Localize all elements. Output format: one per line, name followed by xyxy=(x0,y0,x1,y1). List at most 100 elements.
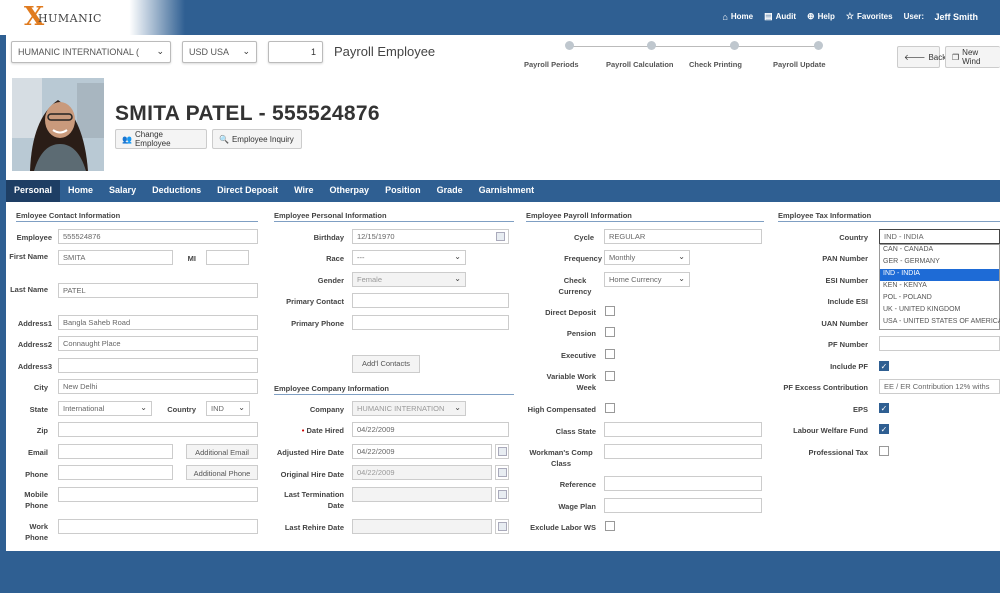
pf-excess-field[interactable]: EE / ER Contribution 12% withs xyxy=(879,379,1000,394)
adjusted-hire-field[interactable]: 04/22/2009 xyxy=(352,444,492,459)
country-select[interactable]: IND ⌄ xyxy=(206,401,250,416)
city-label: City xyxy=(33,383,48,392)
phone-label: Phone xyxy=(25,470,48,479)
employee-field[interactable]: 555524876 xyxy=(58,229,258,244)
date-hired-field[interactable]: 04/22/2009 xyxy=(352,422,509,437)
gender-select[interactable]: Female ⌄ xyxy=(352,272,466,287)
work-phone-field[interactable] xyxy=(58,519,258,534)
mobile-phone-field[interactable] xyxy=(58,487,258,502)
tab-garnishment[interactable]: Garnishment xyxy=(471,180,543,202)
employee-inquiry-button[interactable]: 🔍 Employee Inquiry xyxy=(212,129,302,149)
executive-checkbox[interactable] xyxy=(605,349,615,359)
high-compensated-checkbox[interactable] xyxy=(605,403,615,413)
star-icon: ☆ xyxy=(845,11,854,21)
birthday-field[interactable]: 12/15/1970 xyxy=(352,229,509,244)
mi-field[interactable] xyxy=(206,250,249,265)
nav-audit[interactable]: ▤ Audit xyxy=(764,11,796,22)
check-currency-select[interactable]: Home Currency ⌄ xyxy=(604,272,690,287)
last-termination-calendar[interactable] xyxy=(495,487,509,502)
variable-work-checkbox[interactable] xyxy=(605,371,615,381)
uan-number-label: UAN Number xyxy=(821,319,868,328)
top-bar: X HUMANIC ⌂ Home ▤ Audit ⊕ Help ☆ Favorites … xyxy=(0,0,1000,35)
city-field[interactable]: New Delhi xyxy=(58,379,258,394)
step-check-printing[interactable]: Check Printing xyxy=(689,41,779,69)
last-name-field[interactable]: PATEL xyxy=(58,283,258,298)
original-hire-calendar[interactable] xyxy=(495,465,509,480)
dropdown-option-usa[interactable]: USA - UNITED STATES OF AMERICA xyxy=(880,317,1000,329)
class-state-field[interactable] xyxy=(604,422,762,437)
logo[interactable]: X HUMANIC xyxy=(0,0,185,35)
step-payroll-update[interactable]: Payroll Update xyxy=(773,41,863,69)
tab-deductions[interactable]: Deductions xyxy=(144,180,209,202)
dropdown-option-ger[interactable]: GER - GERMANY xyxy=(880,257,999,269)
reference-field[interactable] xyxy=(604,476,762,491)
zip-field[interactable] xyxy=(58,422,258,437)
step-payroll-periods[interactable]: Payroll Periods xyxy=(524,41,614,69)
calendar-icon[interactable] xyxy=(496,232,505,241)
cycle-label: Cycle xyxy=(573,233,594,242)
dropdown-option-pol[interactable]: POL - POLAND xyxy=(880,293,999,305)
back-button[interactable]: 🡐 Back xyxy=(897,46,946,68)
last-rehire-field[interactable] xyxy=(352,519,492,534)
last-rehire-calendar[interactable] xyxy=(495,519,509,534)
nav-help[interactable]: ⊕ Help xyxy=(807,11,835,22)
company-field-select[interactable]: HUMANIC INTERNATION ⌄ xyxy=(352,401,466,416)
include-pf-checkbox[interactable]: ✓ xyxy=(879,361,889,371)
pf-number-field[interactable] xyxy=(879,336,1000,351)
additional-phone-button[interactable]: Additional Phone xyxy=(186,465,258,480)
dropdown-option-can[interactable]: CAN - CANADA xyxy=(880,245,999,257)
nav-help-label: Help xyxy=(817,12,835,21)
add-contacts-button[interactable]: Add'l Contacts xyxy=(352,355,420,373)
address2-field[interactable]: Connaught Place xyxy=(58,336,258,351)
dropdown-option-uk[interactable]: UK - UNITED KINGDOM xyxy=(880,305,999,317)
additional-email-button[interactable]: Additional Email xyxy=(186,444,258,459)
calendar-icon xyxy=(498,468,507,477)
phone-field[interactable] xyxy=(58,465,173,480)
wage-plan-field[interactable] xyxy=(604,498,762,513)
tax-country-select[interactable]: IND - INDIA xyxy=(879,229,1000,244)
address3-field[interactable] xyxy=(58,358,258,373)
direct-deposit-checkbox[interactable] xyxy=(605,306,615,316)
dropdown-option-ken[interactable]: KEN - KENYA xyxy=(880,281,999,293)
address1-field[interactable]: Bangla Saheb Road xyxy=(58,315,258,330)
email-field[interactable] xyxy=(58,444,173,459)
eps-checkbox[interactable]: ✓ xyxy=(879,403,889,413)
new-window-button[interactable]: ❐ New Wind xyxy=(945,46,1000,68)
race-select[interactable]: --- ⌄ xyxy=(352,250,466,265)
pf-excess-label: PF Excess Contribution xyxy=(783,383,868,392)
user-label: User: xyxy=(903,12,925,21)
tab-home[interactable]: Home xyxy=(60,180,101,202)
company-select[interactable]: HUMANIC INTERNATIONAL (⌄ xyxy=(11,41,171,63)
currency-select-value: USD USA xyxy=(189,47,230,57)
cycle-field[interactable]: REGULAR xyxy=(604,229,762,244)
last-termination-field[interactable] xyxy=(352,487,492,502)
primary-phone-field[interactable] xyxy=(352,315,509,330)
first-name-field[interactable]: SMITA xyxy=(58,250,173,265)
nav-favorites[interactable]: ☆ Favorites xyxy=(846,11,893,22)
tab-wire[interactable]: Wire xyxy=(286,180,321,202)
step-payroll-calculation[interactable]: Payroll Calculation xyxy=(606,41,696,69)
frequency-select[interactable]: Monthly ⌄ xyxy=(604,250,690,265)
adjusted-hire-calendar[interactable] xyxy=(495,444,509,459)
tab-grade[interactable]: Grade xyxy=(429,180,471,202)
nav-home[interactable]: ⌂ Home xyxy=(722,12,753,22)
number-input[interactable]: 1 xyxy=(268,41,323,63)
step-label: Payroll Periods xyxy=(524,60,579,69)
pension-checkbox[interactable] xyxy=(605,327,615,337)
tab-otherpay[interactable]: Otherpay xyxy=(322,180,378,202)
state-select[interactable]: International ⌄ xyxy=(58,401,152,416)
workmans-comp-field[interactable] xyxy=(604,444,762,459)
professional-tax-checkbox[interactable] xyxy=(879,446,889,456)
original-hire-field[interactable]: 04/22/2009 xyxy=(352,465,492,480)
tab-direct-deposit[interactable]: Direct Deposit xyxy=(209,180,286,202)
dropdown-option-ind[interactable]: IND - INDIA xyxy=(880,269,999,281)
tab-salary[interactable]: Salary xyxy=(101,180,144,202)
exclude-labor-checkbox[interactable] xyxy=(605,521,615,531)
tab-position[interactable]: Position xyxy=(377,180,429,202)
currency-select[interactable]: USD USA ⌄ xyxy=(182,41,257,63)
user-info[interactable]: User: Jeff Smith xyxy=(904,12,978,22)
change-employee-button[interactable]: 👥 Change Employee xyxy=(115,129,207,149)
tab-personal[interactable]: Personal xyxy=(6,180,61,202)
primary-contact-field[interactable] xyxy=(352,293,509,308)
labour-welfare-checkbox[interactable]: ✓ xyxy=(879,424,889,434)
